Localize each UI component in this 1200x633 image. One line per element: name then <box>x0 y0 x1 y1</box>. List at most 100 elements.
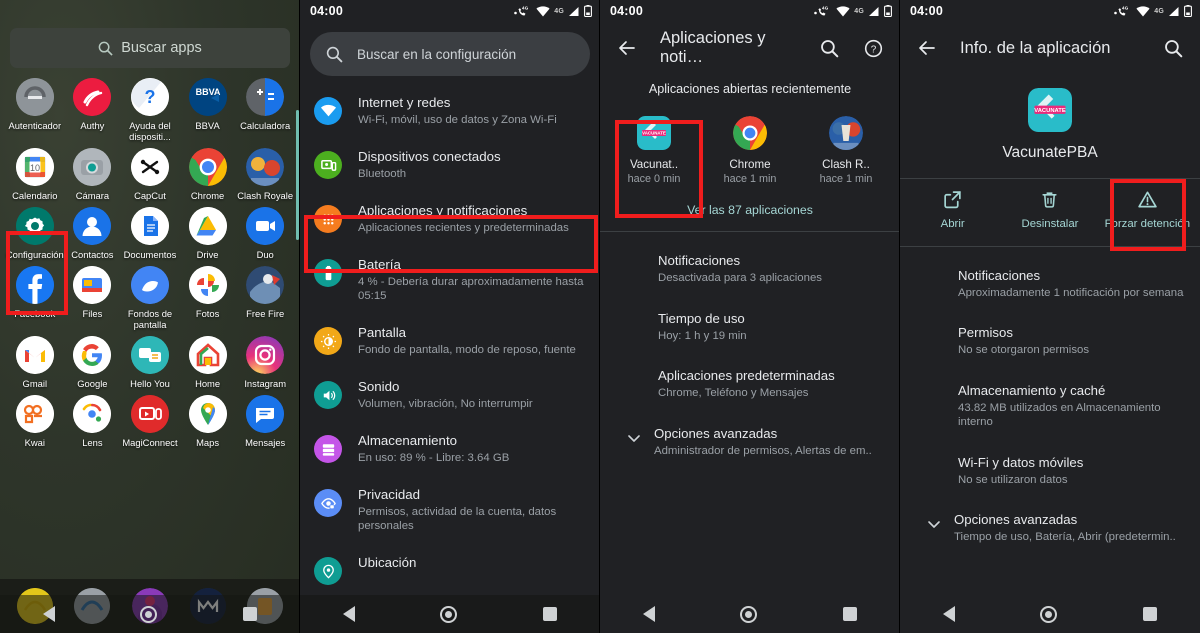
app-kwai[interactable]: Kwai <box>6 389 64 448</box>
chevron-down-icon[interactable] <box>614 425 654 447</box>
item-title: Batería <box>358 257 401 272</box>
recent-app-chrome[interactable]: Chrome hace 1 min <box>706 108 794 193</box>
item-permisos[interactable]: Permisos No se otorgaron permisos <box>900 312 1200 370</box>
item-opciones-avanzadas[interactable]: Opciones avanzadas Administrador de perm… <box>600 413 900 471</box>
item-title: Notificaciones <box>658 253 741 268</box>
recent-app-clash-royale[interactable]: Clash R.. hace 1 min <box>802 108 890 193</box>
nav-recents-icon[interactable] <box>543 607 558 621</box>
item-wifi-datos-moviles[interactable]: Wi-Fi y datos móviles No se utilizaron d… <box>900 442 1200 500</box>
settings-item-sonido[interactable]: Sonido Volumen, vibración, No interrumpi… <box>300 368 600 422</box>
app-home[interactable]: Home <box>179 330 237 389</box>
app-label: BBVA <box>195 120 220 131</box>
status-icons: 4G 4G <box>814 5 892 17</box>
app-label: Kwai <box>24 437 45 448</box>
app-configuracion[interactable]: Configuración <box>6 201 64 260</box>
nav-recents-icon[interactable] <box>1143 607 1158 621</box>
hello-you-icon <box>130 336 169 374</box>
app-grid: Autenticador Authy ? Ayuda del dispositi… <box>0 72 300 579</box>
app-fondos-pantalla[interactable]: Fondos de pantalla <box>121 260 179 330</box>
app-instagram[interactable]: Instagram <box>236 330 294 389</box>
app-mensajes[interactable]: Mensajes <box>236 389 294 448</box>
app-duo[interactable]: Duo <box>236 201 294 260</box>
app-camara[interactable]: Cámara <box>64 142 122 201</box>
status-time: 04:00 <box>910 4 943 18</box>
nav-home-icon[interactable] <box>1040 605 1058 623</box>
nav-back-icon[interactable] <box>42 606 55 622</box>
app-google[interactable]: Google <box>64 330 122 389</box>
search-icon[interactable] <box>810 29 848 67</box>
settings-surface: 04:00 4G 4G Buscar en la configuración I… <box>300 0 600 633</box>
settings-item-internet[interactable]: Internet y redes Wi-Fi, móvil, uso de da… <box>300 84 600 138</box>
chrome-icon <box>733 116 767 150</box>
app-gmail[interactable]: Gmail <box>6 330 64 389</box>
nav-back-icon[interactable] <box>342 606 355 622</box>
nav-recents-icon[interactable] <box>243 607 258 621</box>
recent-app-vacunate[interactable]: VACUNATE Vacunat.. hace 0 min <box>610 108 698 193</box>
app-free-fire[interactable]: Free Fire <box>236 260 294 330</box>
app-chrome[interactable]: Chrome <box>179 142 237 201</box>
app-ayuda-dispositivo[interactable]: ? Ayuda del dispositi... <box>121 72 179 142</box>
app-maps[interactable]: Maps <box>179 389 237 448</box>
settings-search-bar[interactable]: Buscar en la configuración <box>310 32 590 76</box>
item-opciones-avanzadas[interactable]: Opciones avanzadas Tiempo de uso, Baterí… <box>900 499 1200 557</box>
app-capcut[interactable]: CapCut <box>121 142 179 201</box>
app-authy[interactable]: Authy <box>64 72 122 142</box>
settings-item-aplicaciones[interactable]: Aplicaciones y notificaciones Aplicacion… <box>300 192 600 246</box>
app-fotos[interactable]: Fotos <box>179 260 237 330</box>
nav-home-icon[interactable] <box>440 605 458 623</box>
nav-back-icon[interactable] <box>942 606 955 622</box>
app-drive[interactable]: Drive <box>179 201 237 260</box>
app-calendario[interactable]: 10 Calendario <box>6 142 64 201</box>
svg-text:VACUNATE: VACUNATE <box>1034 108 1066 114</box>
settings-item-pantalla[interactable]: Pantalla Fondo de pantalla, modo de repo… <box>300 314 600 368</box>
help-icon[interactable]: ? <box>854 29 892 67</box>
search-icon[interactable] <box>1154 29 1192 67</box>
app-lens[interactable]: Lens <box>64 389 122 448</box>
see-all-apps-link[interactable]: Ver las 87 aplicaciones <box>600 193 900 231</box>
brightness-icon <box>314 327 342 355</box>
force-stop-button[interactable]: Forzar detención <box>1101 189 1193 232</box>
app-calculadora[interactable]: Calculadora <box>236 72 294 142</box>
app-label: Chrome <box>190 190 225 201</box>
nav-back-icon[interactable] <box>642 606 655 622</box>
signal-icon <box>869 6 879 16</box>
app-hello-you[interactable]: Hello You <box>121 330 179 389</box>
settings-item-dispositivos[interactable]: Dispositivos conectados Bluetooth <box>300 138 600 192</box>
item-almacenamiento-cache[interactable]: Almacenamiento y caché 43.82 MB utilizad… <box>900 370 1200 442</box>
app-files[interactable]: Files <box>64 260 122 330</box>
duo-icon <box>246 207 285 245</box>
nav-home-icon[interactable] <box>740 605 758 623</box>
item-aplicaciones-predeterminadas[interactable]: Aplicaciones predeterminadas Chrome, Tel… <box>600 355 900 413</box>
settings-item-ubicacion[interactable]: Ubicación <box>300 544 600 596</box>
nav-recents-icon[interactable] <box>843 607 858 621</box>
battery-icon <box>1184 5 1192 17</box>
item-notificaciones[interactable]: Notificaciones Aproximadamente 1 notific… <box>900 255 1200 313</box>
chevron-down-icon[interactable] <box>914 511 954 533</box>
settings-item-privacidad[interactable]: Privacidad Permisos, actividad de la cue… <box>300 476 600 544</box>
settings-item-bateria[interactable]: Batería 4 % - Debería durar aproximadame… <box>300 246 600 314</box>
svg-text:4G: 4G <box>1122 6 1129 11</box>
settings-item-almacenamiento[interactable]: Almacenamiento En uso: 89 % - Libre: 3.6… <box>300 422 600 476</box>
google-icon <box>73 336 112 374</box>
device-help-icon: ? <box>130 78 169 116</box>
status-icons: 4G 4G <box>514 5 592 17</box>
app-autenticador[interactable]: Autenticador <box>6 72 64 142</box>
nav-home-icon[interactable] <box>140 605 158 623</box>
open-button[interactable]: Abrir <box>907 189 999 232</box>
item-notificaciones[interactable]: Notificaciones Desactivada para 3 aplica… <box>600 240 900 298</box>
nav-bar-3 <box>600 595 900 633</box>
app-bbva[interactable]: BBVA BBVA <box>179 72 237 142</box>
uninstall-button[interactable]: Desinstalar <box>1004 189 1096 232</box>
back-arrow-icon[interactable] <box>908 29 946 67</box>
app-clash-royale[interactable]: Clash Royale <box>236 142 294 201</box>
app-magiconnect[interactable]: MagiConnect <box>121 389 179 448</box>
phone-4g-icon: 4G <box>514 6 529 16</box>
app-label: Fondos de pantalla <box>127 308 173 330</box>
network-label: 4G <box>554 7 564 15</box>
app-contactos[interactable]: Contactos <box>64 201 122 260</box>
item-tiempo-de-uso[interactable]: Tiempo de uso Hoy: 1 h y 19 min <box>600 298 900 356</box>
back-arrow-icon[interactable] <box>608 29 646 67</box>
app-facebook[interactable]: Facebook <box>6 260 64 330</box>
app-documentos[interactable]: Documentos <box>121 201 179 260</box>
search-apps-bar[interactable]: Buscar apps <box>10 28 290 68</box>
